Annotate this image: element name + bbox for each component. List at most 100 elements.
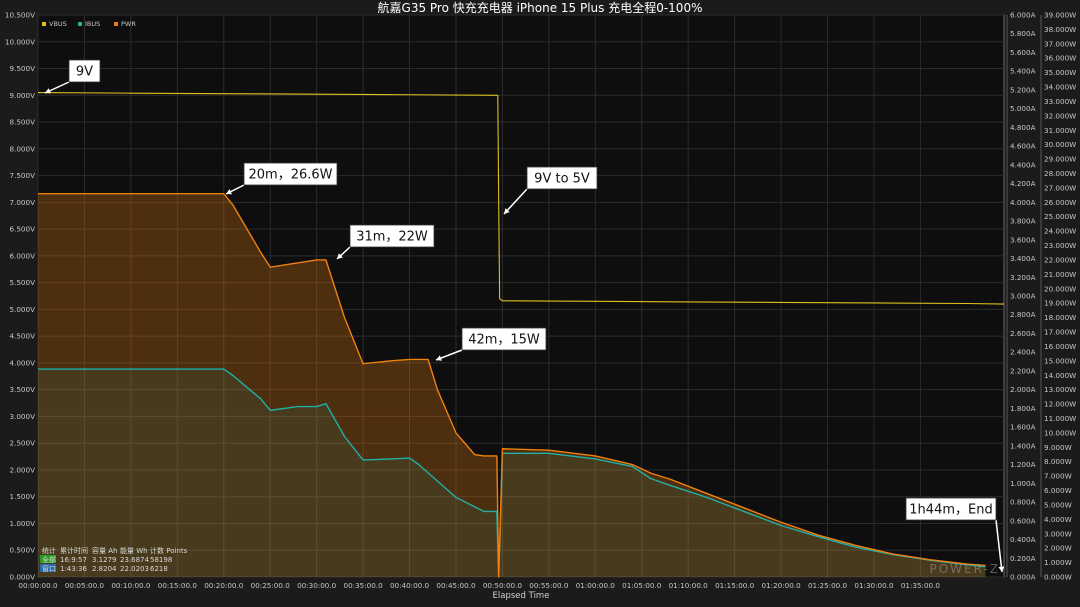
legend-swatch-ibus <box>78 22 82 26</box>
stats-header-cell: 统计 <box>42 546 56 555</box>
y-right-power-tick-label: 30.000W <box>1044 140 1076 149</box>
y-right-power-tick-label: 22.000W <box>1044 255 1076 264</box>
y-right-current-tick-label: 1.800A <box>1010 404 1036 413</box>
y-right-power-tick-label: 31.000W <box>1044 126 1076 135</box>
stats-cell: 全部 <box>42 555 56 564</box>
x-tick-label: 00:30:00.0 <box>297 581 337 590</box>
callout-label: 42m，15W <box>468 333 540 348</box>
y-right-current-tick-label: 5.600A <box>1010 48 1036 57</box>
y-right-power-tick-label: 15.000W <box>1044 356 1076 365</box>
y-left-tick-label: 7.000V <box>10 198 36 207</box>
y-right-power-tick-label: 1.000W <box>1044 558 1072 567</box>
y-right-current-tick-label: 3.800A <box>1010 217 1036 226</box>
x-tick-label: 00:40:00.0 <box>390 581 430 590</box>
y-right-power-tick-label: 13.000W <box>1044 385 1076 394</box>
stats-header-cell: 容量 Ah <box>92 546 117 555</box>
y-right-power-tick-label: 8.000W <box>1044 457 1072 466</box>
x-tick-label: 00:10:00.0 <box>111 581 151 590</box>
chart-container: 0.000V 0.500V 1.000V 1.500V 2.000V 2.500V 3.00… <box>0 0 1080 607</box>
y-left-tick-label: 1.500V <box>10 492 36 501</box>
chart-title: 航嘉G35 Pro 快充充电器 iPhone 15 Plus 充电全程0-100… <box>378 0 703 15</box>
y-left-tick-label: 10.500V <box>5 11 35 20</box>
y-left-tick-label: 10.000V <box>5 37 35 46</box>
y-right-power-tick-label: 4.000W <box>1044 515 1072 524</box>
y-right-power-tick-label: 20.000W <box>1044 284 1076 293</box>
y-right-current-tick-label: 1.400A <box>1010 441 1036 450</box>
y-right-power-tick-label: 6.000W <box>1044 486 1072 495</box>
y-right-current-tick-label: 3.400A <box>1010 254 1036 263</box>
y-right-current-tick-label: 4.000A <box>1010 198 1036 207</box>
y-right-power-tick-label: 34.000W <box>1044 83 1076 92</box>
stats-cell: 1:43:36 <box>60 565 88 573</box>
x-tick-label: 00:15:00.0 <box>158 581 198 590</box>
x-tick-label: 01:20:00.0 <box>762 581 802 590</box>
x-tick-label: 00:50:00.0 <box>483 581 523 590</box>
x-tick-label: 00:25:00.0 <box>251 581 291 590</box>
y-right-power-tick-label: 25.000W <box>1044 212 1076 221</box>
y-right-current-tick-label: 0.000A <box>1010 573 1036 582</box>
y-right-current-tick-label: 2.200A <box>1010 366 1036 375</box>
stats-cell: 6218 <box>150 565 168 573</box>
chart-svg: 0.000V0.500V1.000V1.500V2.000V2.500V3.00… <box>0 0 1080 607</box>
y-right-current-tick-label: 2.400A <box>1010 348 1036 357</box>
y-left-tick-label: 1.000V <box>10 519 36 528</box>
stats-cell: 3.1279 <box>92 556 117 564</box>
stats-cell: 窗口 <box>42 564 56 573</box>
y-right-power-tick-label: 35.000W <box>1044 68 1076 77</box>
stats-table: 统计 累计时间 容量 Ah 能量 Wh 计数 Points 全部 16:9:57 3.1279… <box>40 546 188 573</box>
y-right-current-tick-label: 5.400A <box>1010 67 1036 76</box>
stats-cell: 23.6874 <box>120 556 149 564</box>
y-right-current-tick-label: 2.000A <box>1010 385 1036 394</box>
stats-cell: 58198 <box>150 556 172 564</box>
callout-label: 9V to 5V <box>534 172 590 187</box>
y-right-current-tick-label: 5.800A <box>1010 29 1036 38</box>
y-right-current-tick-label: 5.000A <box>1010 104 1036 113</box>
y-left-tick-label: 3.500V <box>10 385 36 394</box>
y-right-power-tick-label: 5.000W <box>1044 500 1072 509</box>
y-left-tick-label: 0.500V <box>10 546 36 555</box>
y-right-power-tick-label: 24.000W <box>1044 227 1076 236</box>
y-right-current-tick-label: 4.400A <box>1010 160 1036 169</box>
legend-label-pwr: PWR <box>121 20 136 28</box>
y-right-power-tick-label: 16.000W <box>1044 342 1076 351</box>
x-tick-label: 01:05:00.0 <box>622 581 662 590</box>
watermark: POWER-Z <box>929 562 1000 576</box>
x-tick-label: 01:35:00.0 <box>901 581 941 590</box>
x-tick-label: 00:05:00.0 <box>65 581 105 590</box>
y-right-power-tick-label: 39.000W <box>1044 11 1076 20</box>
y-right-power-tick-label: 10.000W <box>1044 428 1076 437</box>
callout-label: 20m，26.6W <box>248 168 332 183</box>
legend-label-ibus: IBUS <box>85 20 100 28</box>
x-tick-label: 01:25:00.0 <box>808 581 848 590</box>
y-right-current-tick-label: 4.600A <box>1010 142 1036 151</box>
x-axis-label: Elapsed Time <box>493 591 550 601</box>
legend-swatch-vbus <box>42 22 46 26</box>
y-left-tick-label: 6.000V <box>10 251 36 260</box>
y-left-tick-label: 2.000V <box>10 465 36 474</box>
y-left-tick-label: 8.000V <box>10 144 36 153</box>
legend: VBUS IBUS PWR <box>42 20 136 28</box>
y-right-current-tick-label: 0.400A <box>1010 535 1036 544</box>
x-tick-label: 01:10:00.0 <box>669 581 709 590</box>
stats-header-cell: 累计时间 <box>60 546 88 555</box>
x-tick-label: 00:00:00.0 <box>18 581 58 590</box>
x-tick-label: 00:35:00.0 <box>344 581 384 590</box>
callout-label: 31m，22W <box>356 230 428 245</box>
y-right-current-tick-label: 0.200A <box>1010 554 1036 563</box>
x-tick-label: 00:55:00.0 <box>529 581 569 590</box>
y-right-current-tick-label: 5.200A <box>1010 85 1036 94</box>
y-left-tick-label: 7.500V <box>10 171 36 180</box>
y-right-power-tick-label: 17.000W <box>1044 328 1076 337</box>
y-right-current-tick-label: 2.600A <box>1010 329 1036 338</box>
y-right-power-tick-label: 14.000W <box>1044 371 1076 380</box>
y-right-current-tick-label: 3.600A <box>1010 235 1036 244</box>
x-tick-label: 00:45:00.0 <box>436 581 476 590</box>
y-right-current-tick-label: 6.000A <box>1010 11 1036 20</box>
y-right-current-tick-label: 4.200A <box>1010 179 1036 188</box>
callout-label: 9V <box>76 65 93 80</box>
y-right-power-tick-label: 28.000W <box>1044 169 1076 178</box>
y-left-tick-label: 6.500V <box>10 225 36 234</box>
y-right-current-tick-label: 3.000A <box>1010 292 1036 301</box>
y-left-tick-label: 9.500V <box>10 64 36 73</box>
y-right-power-tick-label: 18.000W <box>1044 313 1076 322</box>
